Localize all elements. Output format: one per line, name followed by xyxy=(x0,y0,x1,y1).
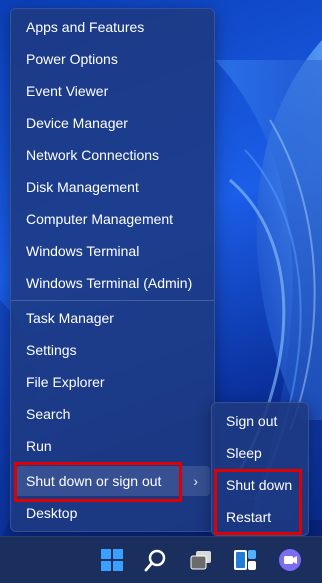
menu-item-apps-and-features[interactable]: Apps and Features xyxy=(15,12,210,42)
menu-item-desktop[interactable]: Desktop xyxy=(15,498,210,528)
menu-item-file-explorer[interactable]: File Explorer xyxy=(15,367,210,397)
teams-chat-icon[interactable] xyxy=(276,546,304,574)
widgets-icon[interactable] xyxy=(231,546,259,574)
menu-item-run[interactable]: Run xyxy=(15,431,210,461)
submenu-item-sign-out[interactable]: Sign out xyxy=(216,406,304,436)
menu-item-event-viewer[interactable]: Event Viewer xyxy=(15,76,210,106)
menu-item-power-options[interactable]: Power Options xyxy=(15,44,210,74)
taskbar xyxy=(0,536,322,583)
task-view-icon[interactable] xyxy=(187,546,215,574)
menu-item-search[interactable]: Search xyxy=(15,399,210,429)
search-icon[interactable] xyxy=(142,546,170,574)
annotation-highlight-shutdown-restart xyxy=(214,469,302,535)
chevron-right-icon: › xyxy=(193,473,198,489)
windows-start-icon[interactable] xyxy=(98,546,126,574)
menu-item-windows-terminal-admin[interactable]: Windows Terminal (Admin) xyxy=(15,268,210,298)
menu-item-settings[interactable]: Settings xyxy=(15,335,210,365)
menu-item-network-connections[interactable]: Network Connections xyxy=(15,140,210,170)
menu-item-task-manager[interactable]: Task Manager xyxy=(15,303,210,333)
winx-context-menu: Apps and Features Power Options Event Vi… xyxy=(10,8,215,532)
desktop-wallpaper: Apps and Features Power Options Event Vi… xyxy=(0,0,322,583)
menu-item-device-manager[interactable]: Device Manager xyxy=(15,108,210,138)
annotation-highlight-shutdown-menu xyxy=(14,462,182,502)
menu-item-disk-management[interactable]: Disk Management xyxy=(15,172,210,202)
submenu-item-sleep[interactable]: Sleep xyxy=(216,438,304,468)
menu-item-windows-terminal[interactable]: Windows Terminal xyxy=(15,236,210,266)
menu-separator xyxy=(11,300,214,301)
menu-item-computer-management[interactable]: Computer Management xyxy=(15,204,210,234)
